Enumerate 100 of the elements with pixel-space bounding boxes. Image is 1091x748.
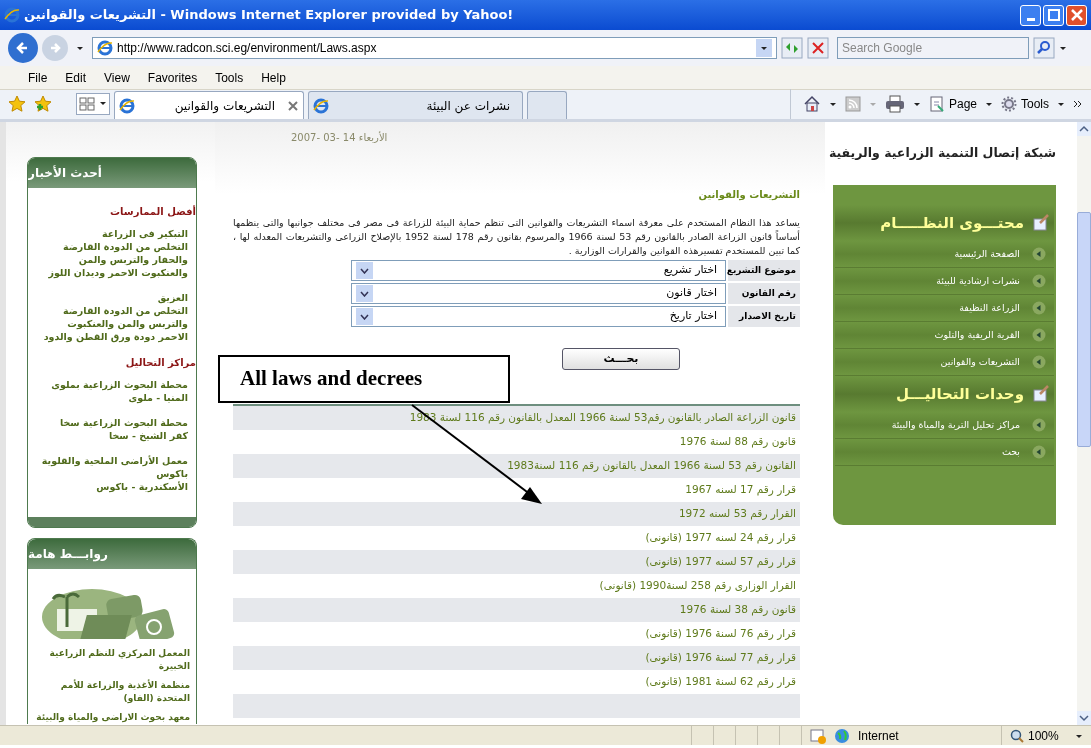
dropdown-caret-icon[interactable] <box>1059 45 1067 51</box>
page-icon <box>97 40 113 56</box>
browser-tab[interactable]: نشرات عن البيئة <box>308 91 523 119</box>
law-link[interactable]: قرار رقم 77 لسنة 1976 (قانونى) <box>233 646 800 670</box>
arrow-left-icon <box>1032 327 1046 342</box>
close-icon[interactable] <box>287 99 299 112</box>
nav-item[interactable]: القرية الريفية والتلوث <box>835 321 1054 349</box>
dropdown-field[interactable]: اختار تشريع <box>351 260 726 281</box>
callout-label: All laws and decrees <box>218 355 510 403</box>
law-link[interactable]: قرار رقم 57 لسنه 1977 (قانونى) <box>233 550 800 574</box>
maximize-button[interactable] <box>1043 4 1064 26</box>
search-field[interactable]: Search Google <box>837 37 1029 59</box>
dropdown-caret-icon <box>1075 732 1083 739</box>
zoom-icon <box>1010 728 1024 743</box>
close-button[interactable] <box>1066 4 1087 26</box>
add-favorite-icon[interactable] <box>34 95 52 113</box>
page-icon <box>928 96 945 112</box>
zone-label: Internet <box>858 727 899 745</box>
news-item[interactable]: معمل الأراضى الملحية والقلوية باكوس الأسكندرية - باكوس <box>36 454 188 493</box>
dropdown-caret-icon[interactable] <box>760 45 768 51</box>
arrow-left-icon <box>1032 354 1046 369</box>
section-heading: مراكز التحاليل <box>124 356 196 370</box>
law-link[interactable]: القرار رقم 53 لسنه 1972 <box>233 502 800 526</box>
description: يساعد هذا النظام المستخدم على معرفة اسماء التشريعات والقوانين التى تنظم حماية البيئة للزراعة فى مصر فى مختلف جوانبها والتى ينظمها أساساً قانون الزراعة الصادر بالقانون رقم 53 لسنة 1966 والمرسوم بقانون رقم 178 لسنة 1952 بالإصلاح الزراعى والتشريعات المعدله لها ، كما تبين للمستخدم تفسيرهذه القوانين والقرارات الوزارية . <box>233 216 800 258</box>
date-label: الأربعاء 14 -03 -2007 <box>290 130 389 145</box>
dropdown-caret-icon <box>360 290 369 297</box>
panel-title: روابـــط هامة <box>28 539 196 569</box>
scroll-up-icon[interactable] <box>1077 122 1091 136</box>
chevron-icon[interactable] <box>1073 99 1083 109</box>
tab-label: نشرات عن البيئة <box>425 97 511 115</box>
nav-item[interactable]: نشرات ارشادية للبيئة <box>835 267 1054 295</box>
maximize-icon <box>1047 9 1060 21</box>
menu-item[interactable]: File <box>28 68 48 87</box>
close-icon <box>1070 9 1083 21</box>
grid-icon <box>77 96 97 112</box>
dropdown-caret-icon <box>360 313 369 320</box>
page-heading: التشريعات والقوانين <box>697 188 800 202</box>
link[interactable]: معهد بحوث الاراضى والمياة والبيئة <box>34 711 190 724</box>
arrow-left-icon <box>1032 417 1046 432</box>
law-link[interactable]: قانون رقم 38 لسنة 1976 <box>233 598 800 622</box>
news-item[interactable]: محطة البحوث الزراعية بملوى المنيا - ملوى <box>36 378 188 404</box>
page-icon <box>119 97 135 114</box>
address-url: http://www.radcon.sci.eg/environment/Laws.aspx <box>117 40 377 57</box>
section-title: محتـــوى النظـــــام <box>880 212 1024 234</box>
link[interactable]: منظمة الأغذية والزراعة للأمم المتحدة (الفاو) <box>34 679 190 705</box>
minimize-button[interactable] <box>1020 4 1041 26</box>
quick-tabs-button[interactable] <box>76 93 110 115</box>
printer-icon[interactable] <box>884 95 905 113</box>
home-icon[interactable] <box>802 95 821 113</box>
globe-icon <box>834 727 850 744</box>
star-icon[interactable] <box>8 95 26 113</box>
arrow-left-icon <box>1032 300 1046 315</box>
section-title: وحدات التحاليـــل <box>895 383 1024 405</box>
scroll-down-icon[interactable] <box>1077 711 1091 725</box>
menu-item[interactable]: Tools <box>215 68 244 87</box>
field-label: رقم القانون <box>728 283 800 304</box>
browser-tab[interactable]: التشريعات والقوانين <box>114 91 304 119</box>
menu-item[interactable]: Favorites <box>147 68 198 87</box>
arrow-left-icon <box>1032 444 1046 459</box>
dropdown-caret-icon[interactable] <box>76 45 84 51</box>
minimize-icon <box>1026 17 1035 21</box>
panel-title: أحدث الأخبار <box>28 158 196 188</box>
dropdown-caret-icon <box>360 267 369 274</box>
stop-icon[interactable] <box>807 37 829 59</box>
link[interactable]: المعمل المركزي للنظم الزراعية الخبيرة <box>34 647 190 673</box>
arrow-left-icon <box>1032 246 1046 261</box>
menu-item[interactable]: Edit <box>65 68 87 87</box>
dropdown-field[interactable]: اختار قانون <box>351 283 726 304</box>
law-link[interactable]: القانون رقم 53 لسنة 1966 المعدل بالقانون رقم 116 لسنة1983 <box>233 454 800 478</box>
notepad-icon <box>1032 213 1050 232</box>
dropdown-caret-icon <box>1057 101 1065 107</box>
window-title: التشريعات والقوانين - Windows Internet Explorer provided by Yahoo! <box>24 6 514 25</box>
back-button[interactable] <box>8 33 38 63</box>
news-item[interactable]: محطة البحوث الزراعية سخا كفر الشيخ - سخا <box>36 416 188 442</box>
news-item[interactable]: العزيق التخلص من الدودة القارضة والتربس والمن والعنكبوت الاحمر دودة ورق القطن والدود <box>36 291 188 343</box>
arrow-left-icon <box>1032 273 1046 288</box>
browser-logo-icon <box>4 7 20 23</box>
dropdown-caret-icon[interactable] <box>912 101 921 107</box>
search-icon[interactable] <box>1033 37 1055 59</box>
field-label: موضوع التشريع <box>728 260 800 281</box>
page-icon <box>313 97 329 114</box>
dropdown-caret-icon[interactable] <box>828 101 837 107</box>
dropdown-field[interactable]: اختار تاريخ <box>351 306 726 327</box>
zoom-control[interactable]: 100% <box>1001 726 1091 745</box>
toolbar-button[interactable]: Page <box>928 95 993 113</box>
news-item[interactable]: التبكير فى الزراعة التخلص من الدودة القارضة والحفار والتربس والمن والعنكبوت الاحمر وديدان اللوز <box>36 227 188 279</box>
gear-icon <box>1001 96 1017 112</box>
search-button[interactable]: بحـــث <box>562 348 680 370</box>
address-field[interactable]: http://www.radcon.sci.eg/environment/Laws.aspx <box>92 37 777 59</box>
nav-item[interactable]: مراكز تحليل التربة والمياة والبيئة <box>835 411 1054 439</box>
menu-item[interactable]: View <box>104 68 130 87</box>
scrollbar[interactable] <box>1077 122 1091 725</box>
forward-arrow-icon <box>48 41 62 55</box>
notepad-icon <box>1032 384 1050 403</box>
menu-item[interactable]: Help <box>261 68 286 87</box>
refresh-icon[interactable] <box>781 37 803 59</box>
dropdown-caret-icon <box>985 101 993 107</box>
toolbar-button[interactable]: Tools <box>1001 95 1065 113</box>
tab-label: التشريعات والقوانين <box>173 97 276 115</box>
nav-item[interactable]: التشريعات والقوانين <box>835 348 1054 376</box>
